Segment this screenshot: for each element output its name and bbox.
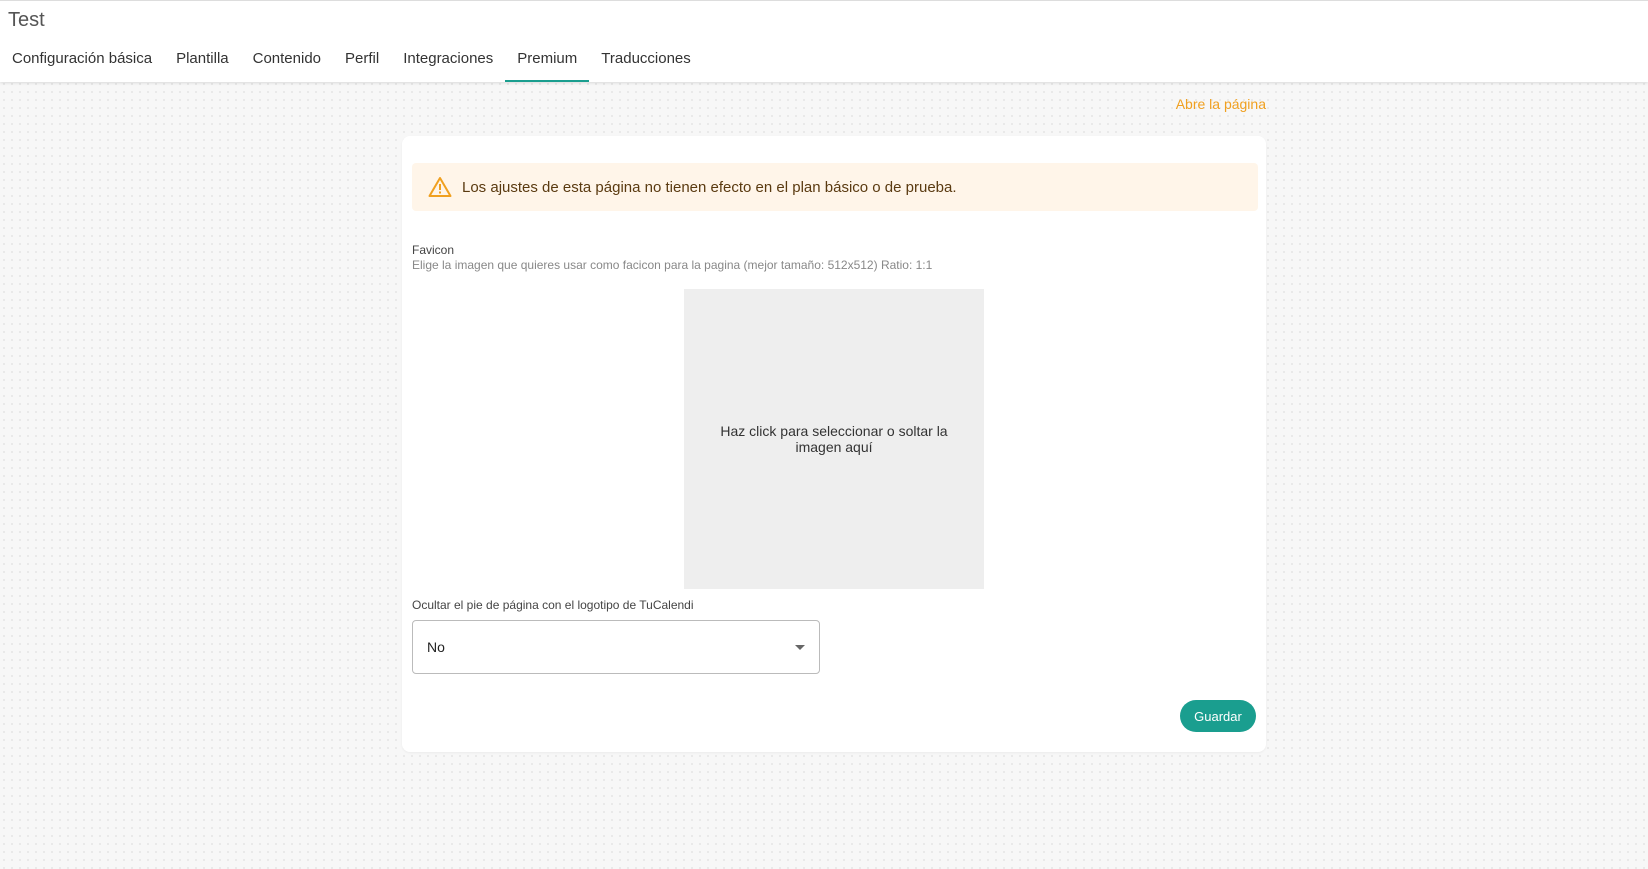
- tab-integraciones[interactable]: Integraciones: [391, 41, 505, 83]
- tab-configuracion-basica[interactable]: Configuración básica: [0, 41, 164, 83]
- premium-settings-card: Los ajustes de esta página no tienen efe…: [402, 136, 1266, 752]
- dropzone-text: Haz click para seleccionar o soltar la i…: [720, 423, 948, 455]
- page-title: Test: [8, 9, 45, 31]
- chevron-down-icon: [795, 645, 805, 650]
- tab-contenido[interactable]: Contenido: [241, 41, 333, 83]
- tab-perfil[interactable]: Perfil: [333, 41, 391, 83]
- hide-footer-label: Ocultar el pie de página con el logotipo…: [412, 598, 694, 612]
- save-button[interactable]: Guardar: [1180, 700, 1256, 732]
- warning-icon: [428, 176, 452, 198]
- alert-text: Los ajustes de esta página no tienen efe…: [462, 178, 957, 196]
- tab-bar: Configuración básica Plantilla Contenido…: [0, 41, 703, 83]
- favicon-dropzone[interactable]: Haz click para seleccionar o soltar la i…: [684, 289, 984, 589]
- tab-traducciones[interactable]: Traducciones: [589, 41, 703, 83]
- tab-premium[interactable]: Premium: [505, 41, 590, 83]
- top-header: Test Configuración básica Plantilla Cont…: [0, 0, 1648, 82]
- hide-footer-select[interactable]: No: [412, 620, 820, 674]
- plan-warning-alert: Los ajustes de esta página no tienen efe…: [412, 163, 1258, 211]
- open-page-link[interactable]: Abre la página: [1176, 96, 1266, 112]
- hide-footer-value: No: [427, 639, 445, 655]
- favicon-label: Favicon: [412, 243, 455, 257]
- tab-plantilla[interactable]: Plantilla: [164, 41, 241, 83]
- favicon-hint: Elige la imagen que quieres usar como fa…: [412, 258, 933, 272]
